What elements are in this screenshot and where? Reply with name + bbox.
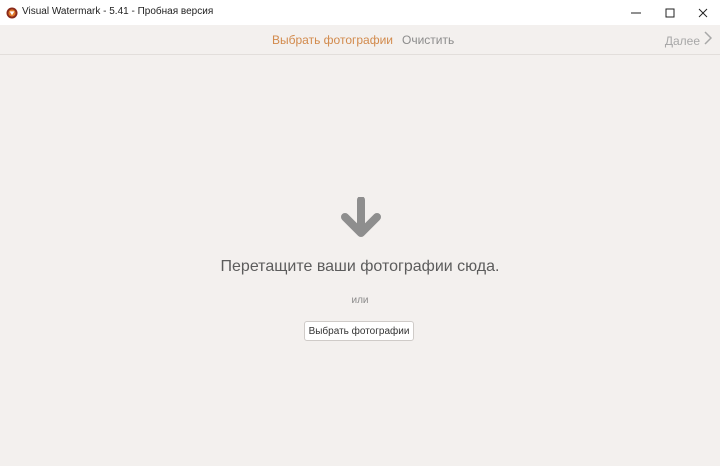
app-logo-icon	[6, 6, 18, 19]
select-photos-link[interactable]: Выбрать фотографии	[272, 33, 393, 47]
window-title: Visual Watermark - 5.41 - Пробная версия	[22, 6, 214, 17]
or-label: или	[351, 295, 369, 306]
app-window: Visual Watermark - 5.41 - Пробная версия…	[0, 0, 720, 466]
drop-zone[interactable]: Перетащите ваши фотографии сюда. или Выб…	[0, 55, 720, 466]
maximize-icon	[665, 8, 675, 18]
next-label: Далее	[664, 33, 700, 48]
drop-prompt: Перетащите ваши фотографии сюда.	[220, 258, 500, 275]
next-button[interactable]: Далее	[664, 31, 713, 50]
clear-link[interactable]: Очистить	[402, 33, 454, 47]
minimize-icon	[631, 8, 641, 18]
arrow-down-icon	[339, 196, 383, 239]
toolbar: Выбрать фотографии Очистить Далее	[0, 25, 720, 55]
title-bar: Visual Watermark - 5.41 - Пробная версия	[0, 0, 720, 25]
close-icon	[698, 8, 708, 18]
maximize-button[interactable]	[653, 0, 687, 25]
close-button[interactable]	[686, 0, 720, 25]
minimize-button[interactable]	[619, 0, 653, 25]
chevron-right-icon	[704, 31, 713, 50]
select-photos-button[interactable]: Выбрать фотографии	[304, 321, 414, 341]
